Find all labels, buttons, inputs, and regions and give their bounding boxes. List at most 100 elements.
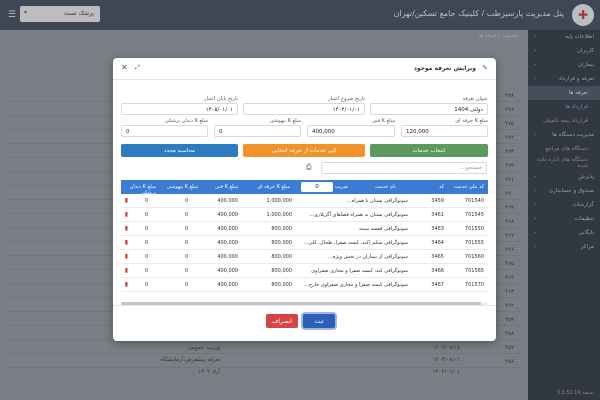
cell-national-code: 701550 <box>464 226 484 232</box>
end-date-input[interactable]: ۱۴۰۵/۰۱/۰۱ <box>121 103 238 115</box>
search-input[interactable]: جستجو... <box>321 162 487 174</box>
expand-icon[interactable]: ⤢ <box>135 64 140 72</box>
select-services-button[interactable]: انتخاب خدمات <box>370 144 488 157</box>
k-tech-label: مبلغ K فنی <box>371 118 395 124</box>
k-dent-label: مبلغ K دندان پزشکی <box>164 118 208 124</box>
cell-k-prof: 800,000 <box>271 254 292 260</box>
copy-services-button[interactable]: کپی خدمات از تعرفه انتخابی <box>243 144 365 157</box>
cell-service-name: سونوگرافی قفسه سینه <box>359 226 408 232</box>
cancel-label: انصراف <box>272 317 292 325</box>
table-row[interactable]: 701540 3459 سونوگرافی پستان با همراه... 1,0… <box>121 194 488 208</box>
delete-icon[interactable]: ▮ <box>125 211 128 218</box>
cell-code: 3467 <box>431 282 444 288</box>
recalculate-button[interactable]: محاسبه مجدد <box>121 144 238 157</box>
k-tech-input[interactable]: 400,000 <box>307 125 395 137</box>
cell-k-prof: 800,000 <box>271 240 292 246</box>
cell-k-dent: 0 <box>144 240 148 246</box>
cell-national-code: 701570 <box>464 282 484 288</box>
col-k-anes[interactable]: مبلغ K بیهوشی <box>167 184 198 190</box>
table-row[interactable]: 701550 3463 سونوگرافی قفسه سینه 800,000 400,… <box>121 222 488 236</box>
delete-icon[interactable]: ▮ <box>125 239 128 246</box>
k-anes-input[interactable]: 0 <box>214 125 301 137</box>
modal-footer: ثبت انصراف <box>113 305 496 341</box>
cell-service-name: سونوگرافی کبد، کیسه صفرا و مجاری صفراوی <box>311 268 408 274</box>
k-dent-input[interactable]: 0 <box>121 125 208 137</box>
cell-code: 3463 <box>431 226 444 232</box>
cell-k-anes: 0 <box>184 240 188 246</box>
cell-k-dent: 0 <box>144 212 148 218</box>
cell-k-anes: 0 <box>184 212 188 218</box>
table-row[interactable]: 701560 3465 سونوگرافی از بیماران در بخش وی… <box>121 250 488 264</box>
delete-icon[interactable]: ▮ <box>125 281 128 288</box>
cell-k-anes: 0 <box>184 282 188 288</box>
cell-code: 3466 <box>431 268 444 274</box>
col-service-name[interactable]: نام خدمت <box>375 184 396 190</box>
cell-k-anes: 0 <box>184 198 188 204</box>
start-date-label: تاریخ شروع اعتبار <box>328 96 365 102</box>
col-k-prof[interactable]: مبلغ K حرفه ای <box>257 184 290 190</box>
save-label: ثبت <box>314 317 324 325</box>
cell-k-dent: 0 <box>144 226 148 232</box>
cancel-button[interactable]: انصراف <box>266 314 298 328</box>
cell-k-prof: 800,000 <box>271 226 292 232</box>
k-tech-field: مبلغ K فنی 400,000 <box>307 118 395 137</box>
col-national-code[interactable]: کد ملی خدمت <box>454 184 484 190</box>
table-row[interactable]: 701570 3467 سونوگرافی کیسه صفرا و مجاری صف… <box>121 278 488 292</box>
cell-k-anes: 0 <box>184 226 188 232</box>
delete-icon[interactable]: ▮ <box>125 253 128 260</box>
tariff-title-label: عنوان تعرفه <box>462 96 488 102</box>
cell-service-name: سونوگرافی پستان با همراه... <box>346 198 408 204</box>
cell-national-code: 701565 <box>464 268 484 274</box>
k-anes-label: مبلغ K بیهوشی <box>269 118 301 124</box>
start-date-input[interactable]: ۱۴۰۴/۰۱/۰۱ <box>243 103 365 115</box>
cell-k-anes: 0 <box>184 254 188 260</box>
cell-k-tech: 400,000 <box>217 282 238 288</box>
cell-k-tech: 400,000 <box>217 226 238 232</box>
cell-national-code: 701555 <box>464 240 484 246</box>
services-table: کد ملی خدمت کد نام خدمت ضریب 0 مبلغ K حر… <box>121 180 488 292</box>
cell-k-tech: 400,000 <box>217 254 238 260</box>
cell-k-anes: 0 <box>184 268 188 274</box>
k-prof-field: مبلغ K حرفه ای 120,000 <box>401 118 488 137</box>
tariff-title-field: عنوان تعرفه دولتی 1404 <box>370 96 488 115</box>
delete-icon[interactable]: ▮ <box>125 267 128 274</box>
table-row[interactable]: 701565 3466 سونوگرافی کبد، کیسه صفرا و مجا… <box>121 264 488 278</box>
cell-code: 3464 <box>431 240 444 246</box>
cell-national-code: 701560 <box>464 254 484 260</box>
cell-k-tech: 400,000 <box>217 268 238 274</box>
col-k-tech[interactable]: مبلغ K فنی <box>215 184 238 190</box>
cell-k-dent: 0 <box>144 268 148 274</box>
close-icon[interactable]: ✕ <box>121 63 128 72</box>
print-icon[interactable]: ⎙ <box>306 163 312 172</box>
k-prof-input[interactable]: 120,000 <box>401 125 488 137</box>
delete-icon[interactable]: ▮ <box>125 197 128 204</box>
table-row[interactable]: 701555 3464 سونوگرافی شکم (کبد، کیسه صفرا،… <box>121 236 488 250</box>
coef-filter-input[interactable]: 0 <box>301 182 333 192</box>
cell-k-tech: 400,000 <box>217 198 238 204</box>
end-date-label: تاریخ پایان اعتبار <box>204 96 238 102</box>
cell-k-prof: 800,000 <box>271 268 292 274</box>
cell-service-name: سونوگرافی پستان به همراه فضاهای آگزیلاری… <box>308 212 408 218</box>
k-anes-field: مبلغ K بیهوشی 0 <box>214 118 301 137</box>
k-prof-label: مبلغ K حرفه ای <box>455 118 488 124</box>
table-body: 701540 3459 سونوگرافی پستان با همراه... 1,0… <box>121 194 488 292</box>
cell-k-prof: 1,000,000 <box>266 198 292 204</box>
edit-icon: ✎ <box>482 64 488 72</box>
cell-k-tech: 400,000 <box>217 240 238 246</box>
cell-k-tech: 400,000 <box>217 212 238 218</box>
tariff-title-input[interactable]: دولتی 1404 <box>370 103 488 115</box>
col-code[interactable]: کد <box>439 184 444 190</box>
cell-code: 3459 <box>431 198 444 204</box>
k-dent-field: مبلغ K دندان پزشکی 0 <box>121 118 208 137</box>
start-date-field: تاریخ شروع اعتبار ۱۴۰۴/۰۱/۰۱ <box>243 96 365 115</box>
cell-k-dent: 0 <box>144 198 148 204</box>
delete-icon[interactable]: ▮ <box>125 225 128 232</box>
table-header: کد ملی خدمت کد نام خدمت ضریب 0 مبلغ K حر… <box>121 180 488 196</box>
table-row[interactable]: 701545 3461 سونوگرافی پستان به همراه فضاها… <box>121 208 488 222</box>
col-coef[interactable]: ضریب <box>335 184 348 190</box>
cell-code: 3461 <box>431 212 444 218</box>
cell-k-dent: 0 <box>144 254 148 260</box>
cell-national-code: 701540 <box>464 198 484 204</box>
modal-header: ✎ ویرایش تعرفه موجود ✕ ⤢ <box>113 58 496 80</box>
save-button[interactable]: ثبت <box>303 314 335 328</box>
